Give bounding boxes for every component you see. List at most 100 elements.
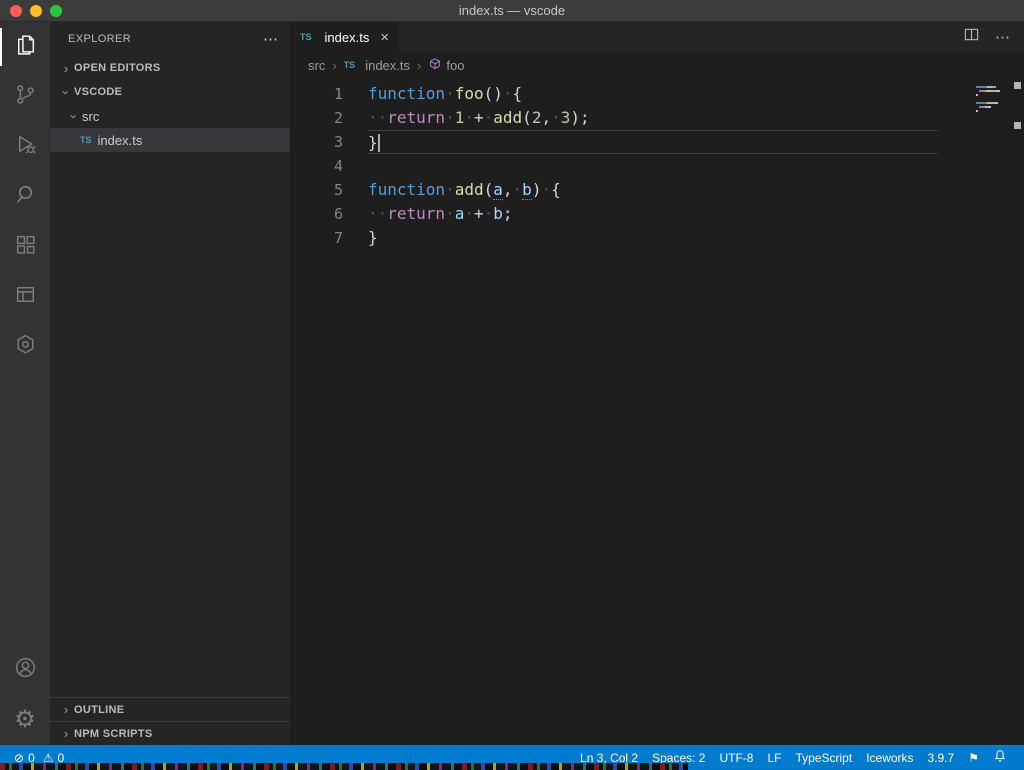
- breadcrumb-src[interactable]: src: [308, 58, 325, 73]
- activity-run-debug-button[interactable]: [0, 122, 50, 172]
- activity-explorer-button[interactable]: [0, 22, 50, 72]
- code-token: ·: [445, 108, 455, 127]
- extension-version[interactable]: 3.9.7: [921, 751, 962, 765]
- typescript-file-icon: TS: [343, 60, 356, 70]
- code-token: ··: [368, 108, 388, 127]
- code-token: ·: [551, 108, 561, 127]
- preview-panel-icon: [13, 282, 38, 312]
- code-lines: 1 function·foo()·{2 ··return·1·+·add(2,·3)…: [290, 82, 1024, 250]
- eol-setting[interactable]: LF: [760, 751, 788, 765]
- code-token: add: [454, 180, 484, 199]
- symbol-function-icon: [428, 57, 442, 74]
- code-line[interactable]: 4: [290, 154, 1024, 178]
- code-token: a: [493, 180, 503, 200]
- tab-index-ts[interactable]: TS index.ts ×: [290, 22, 400, 52]
- sidebar-title: EXPLORER: [68, 33, 132, 45]
- code-token: ·: [464, 204, 474, 223]
- open-editors-section[interactable]: › OPEN EDITORS: [50, 56, 290, 80]
- close-tab-button[interactable]: ×: [380, 29, 389, 46]
- code-token: 3: [560, 108, 571, 127]
- vscode-window: index.ts — vscode ⚙ EXPLORER ⋯ › OPEN ED…: [0, 0, 1024, 770]
- activity-plugin-button[interactable]: [0, 322, 50, 372]
- activity-preview-button[interactable]: [0, 272, 50, 322]
- tab-bar: TS index.ts × ⋯: [290, 22, 1024, 52]
- code-token: );: [570, 108, 590, 127]
- typescript-file-icon: TS: [80, 135, 92, 145]
- code-token: ·: [464, 108, 474, 127]
- line-content: }: [368, 226, 938, 250]
- file-index-ts[interactable]: TS index.ts: [50, 128, 290, 152]
- bell-icon: [993, 749, 1007, 766]
- line-number: 1: [333, 85, 343, 103]
- language-mode[interactable]: TypeScript: [788, 751, 859, 765]
- code-token: function: [368, 180, 446, 199]
- screen-artifact: [0, 763, 688, 770]
- text-cursor: [377, 134, 380, 152]
- code-line[interactable]: 2 ··return·1·+·add(2,·3);: [290, 106, 1024, 130]
- more-actions-button[interactable]: ⋯: [995, 28, 1010, 46]
- chevron-down-icon: ›: [66, 113, 82, 119]
- iceworks-extension[interactable]: Iceworks: [859, 751, 920, 765]
- line-number: 5: [333, 181, 343, 199]
- activity-extensions-button[interactable]: [0, 222, 50, 272]
- notifications-button[interactable]: [986, 749, 1014, 766]
- activity-account-button[interactable]: [0, 645, 50, 695]
- search-icon: [13, 182, 38, 212]
- code-token: ·: [483, 108, 494, 127]
- titlebar: index.ts — vscode: [0, 0, 1024, 22]
- code-token: (): [483, 84, 503, 103]
- close-window-button[interactable]: [10, 5, 22, 17]
- code-line[interactable]: 5 function·add(a,·b)·{: [290, 178, 1024, 202]
- activity-source-control-button[interactable]: [0, 72, 50, 122]
- breadcrumbs: src › TS index.ts › foo: [290, 52, 1024, 78]
- line-number: 7: [333, 229, 343, 247]
- code-token: ): [531, 180, 542, 199]
- outline-section[interactable]: › OUTLINE: [50, 697, 290, 721]
- workspace-section[interactable]: › VSCODE: [50, 80, 290, 104]
- code-token: ·: [512, 180, 523, 199]
- folder-src[interactable]: › src: [50, 104, 290, 128]
- code-line[interactable]: 1 function·foo()·{: [290, 82, 1024, 106]
- breadcrumb-symbol-foo[interactable]: foo: [428, 57, 464, 74]
- split-editor-button[interactable]: [964, 27, 979, 47]
- overview-ruler[interactable]: [1012, 78, 1022, 745]
- code-token: a: [454, 204, 465, 223]
- activity-search-button[interactable]: [0, 172, 50, 222]
- feedback-button[interactable]: ⚑: [961, 751, 986, 765]
- zoom-window-button[interactable]: [50, 5, 62, 17]
- line-content: ··return·1·+·add(2,·3);: [368, 106, 938, 130]
- npm-scripts-section[interactable]: › NPM SCRIPTS: [50, 721, 290, 745]
- sidebar-more-actions-button[interactable]: ⋯: [263, 30, 278, 48]
- hexagon-plugin-icon: [13, 332, 38, 362]
- code-line[interactable]: 7}: [290, 226, 1024, 250]
- account-icon: [13, 655, 38, 685]
- encoding-setting[interactable]: UTF-8: [712, 751, 760, 765]
- flag-icon: ⚑: [968, 750, 979, 765]
- code-area[interactable]: 1 function·foo()·{2 ··return·1·+·add(2,·3)…: [290, 78, 1024, 745]
- tab-label: index.ts: [324, 29, 370, 45]
- code-token: function: [368, 84, 446, 103]
- code-line[interactable]: 3}: [290, 130, 1024, 154]
- sidebar-header: EXPLORER ⋯: [50, 22, 290, 56]
- code-token: return: [387, 204, 446, 223]
- activity-settings-button[interactable]: ⚙: [0, 695, 50, 745]
- minimize-window-button[interactable]: [30, 5, 42, 17]
- folder-name: src: [82, 108, 100, 124]
- traffic-lights: [10, 0, 62, 22]
- code-line[interactable]: 6 ··return·a·+·b;: [290, 202, 1024, 226]
- window-title: index.ts — vscode: [458, 3, 566, 18]
- code-token: 2: [531, 108, 542, 127]
- line-content: function·add(a,·b)·{: [368, 178, 938, 202]
- breadcrumb-file[interactable]: TS index.ts: [344, 58, 410, 73]
- code-token: foo: [454, 84, 484, 103]
- code-token: (: [522, 108, 532, 127]
- minimap[interactable]: [976, 86, 1008, 114]
- code-token: return: [387, 108, 446, 127]
- code-token: +: [473, 108, 484, 127]
- breadcrumb-separator: ›: [417, 57, 422, 73]
- code-token: ·: [483, 204, 494, 223]
- overview-ruler-mark: [1014, 122, 1021, 129]
- editor-actions: ⋯: [964, 22, 1024, 52]
- code-token: (: [483, 180, 494, 199]
- source-control-icon: [13, 82, 38, 112]
